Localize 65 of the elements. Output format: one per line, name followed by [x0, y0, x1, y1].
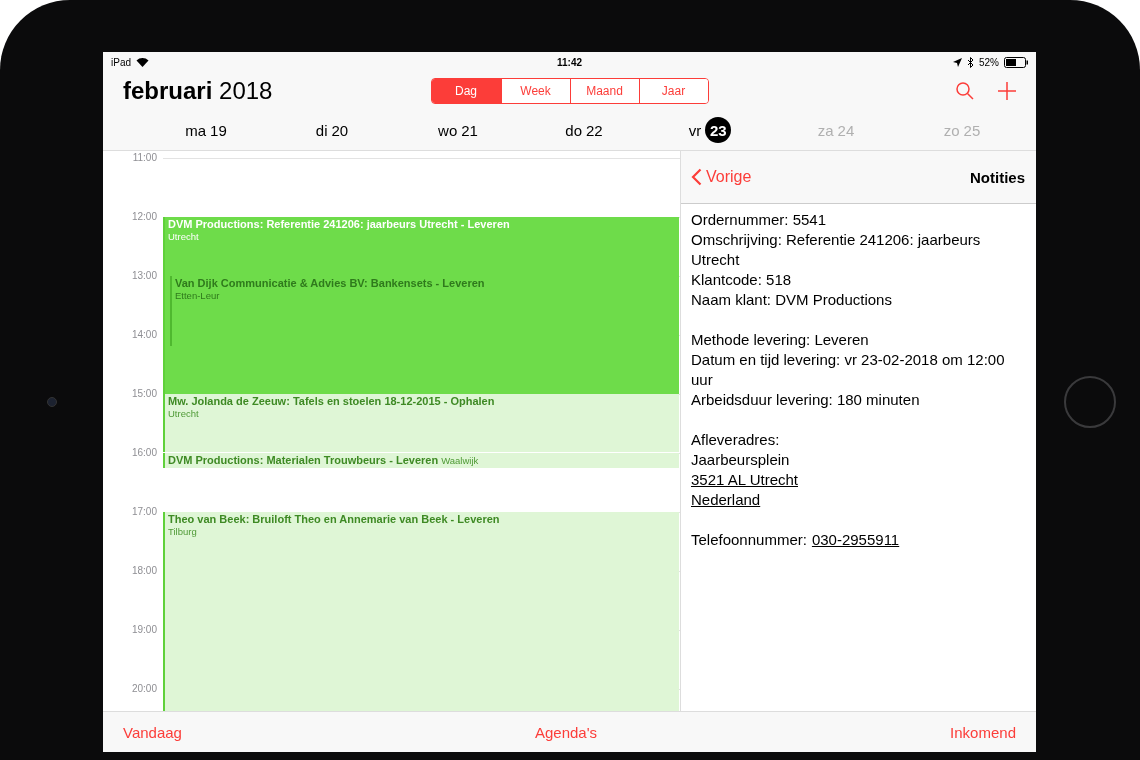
note-text: Arbeidsduur levering: 180 minuten — [691, 390, 920, 410]
note-text: Afleveradres: — [691, 430, 780, 450]
day-label[interactable]: za 24 — [773, 121, 899, 139]
day-label[interactable]: wo 21 — [395, 121, 521, 139]
event-title: DVM Productions: Referentie 241206: jaarbeurs Utrecht - Leveren — [168, 218, 510, 230]
event-title: Theo van Beek: Bruiloft Theo en Annemarie van Beek - Leveren — [168, 513, 500, 525]
panel-title: Notities — [970, 168, 1025, 186]
view-tab[interactable]: Jaar — [638, 79, 708, 103]
toolbar-button[interactable]: Inkomend — [950, 723, 1016, 741]
event-location: Utrecht — [168, 231, 199, 242]
hour-label: 19:00 — [130, 624, 157, 636]
note-text: Omschrijving: Referentie 241206: jaarbeurs Utrecht — [691, 230, 982, 270]
note-link[interactable]: Nederland — [691, 490, 761, 510]
note-text: Jaarbeursplein — [691, 450, 790, 470]
hour-label: 18:00 — [130, 565, 157, 577]
day-label[interactable]: vr 23 — [647, 117, 773, 143]
view-tab[interactable]: Week — [500, 79, 570, 103]
add-icon[interactable] — [998, 82, 1016, 100]
back-button[interactable]: Vorige — [691, 168, 752, 186]
device-name: iPad — [111, 56, 131, 68]
hour-label: 11:00 — [131, 152, 157, 164]
hour-label: 14:00 — [130, 329, 157, 341]
clock-time: 11:42 — [557, 56, 582, 68]
event-title: DVM Productions: Materialen Trouwbeurs - Leveren — [168, 454, 439, 466]
location-arrow-icon — [953, 57, 962, 67]
note-text: Methode levering: Leveren — [691, 330, 869, 350]
hour-label: 13:00 — [130, 270, 157, 282]
month-title: februari 2018 — [123, 77, 274, 105]
note-text: Datum en tijd levering: vr 23-02-2018 om 12:00 uur — [691, 350, 1006, 390]
event-title: Mw. Jolanda de Zeeuw: Tafels en stoelen 18-12-2015 - Ophalen — [168, 395, 495, 407]
hour-label: 20:00 — [130, 683, 157, 695]
wifi-icon — [136, 57, 149, 67]
camera-lens — [46, 397, 57, 407]
event-location: Utrecht — [168, 408, 199, 419]
calendar-event[interactable]: Mw. Jolanda de Zeeuw: Tafels en stoelen 18-12-2015 - Ophalen Utrecht — [163, 394, 679, 452]
toolbar-button[interactable]: Agenda's — [535, 723, 598, 741]
note-text: Ordernummer: 5541 — [691, 210, 827, 230]
calendar-event[interactable]: Theo van Beek: Bruiloft Theo en Annemarie van Beek - Leveren Tilburg — [163, 512, 679, 711]
event-title: Van Dijk Communicatie & Advies BV: Bankensets - Leveren — [175, 277, 485, 289]
view-tab[interactable]: Maand — [569, 79, 639, 103]
battery-icon — [1004, 56, 1028, 68]
day-label[interactable]: di 20 — [269, 121, 395, 139]
search-icon[interactable] — [956, 82, 974, 100]
view-tab[interactable]: Dag — [431, 79, 501, 103]
event-location: Tilburg — [168, 526, 197, 537]
note-text: Naam klant: DVM Productions — [691, 290, 892, 310]
note-link[interactable]: 030-2955911 — [811, 530, 900, 550]
bluetooth-icon — [967, 56, 974, 68]
hour-label: 15:00 — [130, 388, 157, 400]
battery-percentage: 52% — [979, 56, 999, 68]
calendar-event[interactable]: DVM Productions: Materialen Trouwbeurs - Leveren Waalwijk — [163, 453, 679, 468]
note-text: Klantcode: 518 — [691, 270, 792, 290]
event-location: Waalwijk — [441, 455, 479, 466]
hour-label: 12:00 — [130, 211, 157, 223]
chevron-left-icon — [691, 168, 702, 186]
day-label[interactable]: ma 19 — [143, 121, 269, 139]
hour-label: 17:00 — [130, 506, 157, 518]
event-location: Etten-Leur — [175, 290, 220, 301]
toolbar-button[interactable]: Vandaag — [123, 723, 182, 741]
note-link[interactable]: 3521 AL Utrecht — [691, 470, 798, 490]
hour-label: 16:00 — [130, 447, 157, 459]
day-label[interactable]: zo 25 — [899, 121, 1025, 139]
day-label[interactable]: do 22 — [521, 121, 647, 139]
note-text: Telefoonnummer: — [691, 530, 807, 550]
home-button[interactable] — [1064, 376, 1116, 428]
